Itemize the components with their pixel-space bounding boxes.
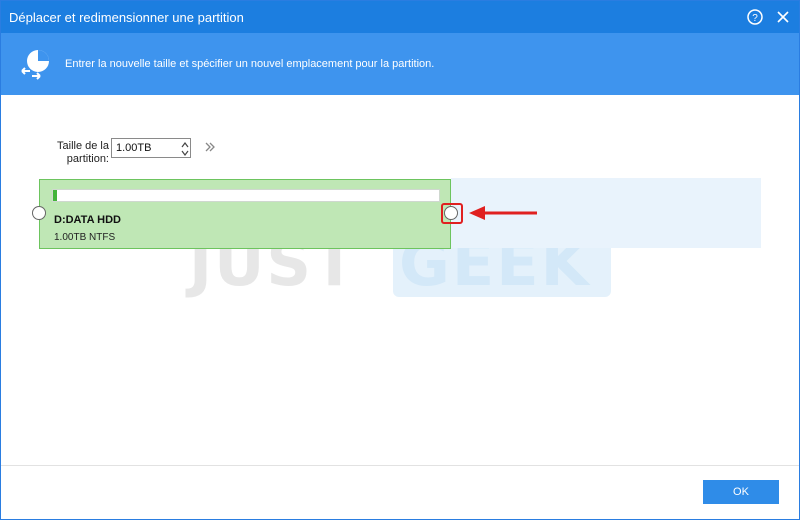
spin-down-icon[interactable] — [180, 149, 190, 157]
instruction-banner: Entrer la nouvelle taille et spécifier u… — [1, 33, 799, 95]
usage-bar — [52, 189, 440, 202]
double-chevron-right-icon[interactable] — [203, 140, 217, 154]
close-icon[interactable] — [773, 7, 793, 27]
partition-block[interactable]: D:DATA HDD 1.00TB NTFS — [39, 179, 451, 249]
partition-size-input[interactable] — [116, 141, 176, 155]
partition-info: 1.00TB NTFS — [54, 232, 116, 243]
banner-text: Entrer la nouvelle taille et spécifier u… — [65, 58, 435, 70]
red-arrow-icon — [469, 206, 537, 220]
footer-divider — [1, 465, 799, 466]
ok-button[interactable]: OK — [703, 480, 779, 504]
resize-handle-right[interactable] — [444, 206, 458, 220]
help-circle-icon[interactable]: ? — [745, 7, 765, 27]
window-title: Déplacer et redimensionner une partition — [9, 10, 244, 25]
resize-handle-left[interactable] — [32, 206, 46, 220]
title-bar: Déplacer et redimensionner une partition… — [1, 1, 799, 33]
svg-text:?: ? — [752, 13, 758, 24]
partition-size-stepper[interactable] — [111, 138, 191, 158]
size-label: Taille de la partition: — [57, 140, 109, 165]
spin-up-icon[interactable] — [180, 141, 190, 149]
usage-bar-fill — [53, 190, 57, 201]
partition-move-icon — [21, 50, 49, 80]
partition-name: D:DATA HDD — [54, 214, 122, 226]
